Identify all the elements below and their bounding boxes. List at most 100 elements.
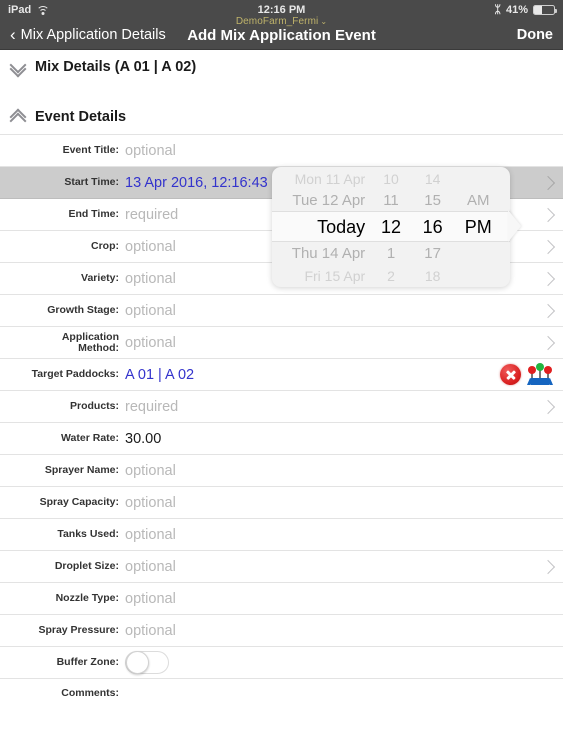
chevron-left-icon: ‹ — [10, 24, 16, 44]
section-title-event-details: Event Details — [35, 109, 127, 125]
form-row-label: Crop: — [91, 240, 119, 252]
form-row[interactable]: Tanks Used: optional — [0, 519, 563, 551]
picker-cell[interactable]: Thu 14 Apr — [280, 243, 371, 265]
picker-cell[interactable]: 2 — [371, 265, 411, 287]
form-row-value: 30.00 — [125, 430, 162, 447]
form-row-label: Event Title: — [62, 144, 119, 156]
picker-cell[interactable]: 14 — [411, 168, 455, 190]
form-row[interactable]: Spray Pressure: optional — [0, 615, 563, 647]
form-row-label: Application Method: — [61, 330, 119, 354]
date-picker-popover[interactable]: Mon 11 Apr Tue 12 Apr Today Thu 14 Apr Fri 1… — [272, 167, 510, 287]
form-row-label: Sprayer Name: — [44, 464, 119, 476]
form-row-label: End Time: — [68, 208, 119, 220]
date-wheel[interactable]: Mon 11 Apr Tue 12 Apr Today Thu 14 Apr Fri 1… — [280, 170, 371, 284]
bluetooth-icon: ᛯ — [494, 4, 501, 16]
chevron-right-icon — [540, 239, 556, 254]
section-title-mix-details: Mix Details (A 01 | A 02) — [35, 59, 197, 75]
form-row-label: Variety: — [81, 272, 119, 284]
form-row[interactable]: Spray Capacity: optional — [0, 487, 563, 519]
form-row-value: optional — [125, 462, 176, 479]
form-row[interactable]: Target Paddocks: A 01 | A 02 — [0, 359, 563, 391]
form-row[interactable]: Nozzle Type: optional — [0, 583, 563, 615]
form-row-value: optional — [125, 622, 176, 639]
farm-name-label: DemoFarm_Fermi — [235, 16, 319, 27]
chevron-right-icon — [540, 335, 556, 350]
buffer-zone-toggle[interactable] — [125, 651, 169, 674]
farm-selector[interactable]: DemoFarm_Fermi ⌄ — [0, 16, 563, 27]
picker-cell[interactable]: Mon 11 Apr — [280, 168, 371, 190]
picker-cell[interactable]: 16 — [411, 212, 455, 243]
picker-cell[interactable]: Fri 15 Apr — [280, 265, 371, 287]
form-row-value: optional — [125, 526, 176, 543]
chevron-double-up-icon — [10, 111, 26, 123]
form-row-label: Target Paddocks: — [31, 368, 119, 380]
form-scroll-area[interactable]: Mix Details (A 01 | A 02) Event Details … — [0, 50, 563, 750]
chevron-right-icon — [540, 559, 556, 574]
map-pins-icon[interactable] — [527, 362, 553, 386]
form-row-label: Tanks Used: — [57, 528, 119, 540]
section-header-mix-details[interactable]: Mix Details (A 01 | A 02) — [0, 50, 563, 84]
form-row-label: Nozzle Type: — [55, 592, 119, 604]
form-row-value: A 01 | A 02 — [125, 366, 195, 383]
form-row[interactable]: Event Title: optional — [0, 135, 563, 167]
form-row[interactable]: Buffer Zone: — [0, 647, 563, 679]
wifi-icon — [36, 5, 50, 15]
picker-cell[interactable]: 17 — [411, 243, 455, 265]
chevron-right-icon — [540, 175, 556, 190]
picker-cell[interactable] — [454, 264, 502, 284]
done-button[interactable]: Done — [517, 27, 553, 43]
form-row[interactable]: Comments: — [0, 679, 563, 719]
picker-cell[interactable]: 1 — [371, 243, 411, 265]
chevron-right-icon — [540, 271, 556, 286]
back-button-label: Mix Application Details — [20, 26, 166, 43]
chevron-right-icon — [540, 399, 556, 414]
picker-cell[interactable]: 12 — [371, 212, 411, 243]
status-bar-time: 12:16 PM — [257, 4, 306, 16]
date-picker-wheels: Mon 11 Apr Tue 12 Apr Today Thu 14 Apr Fri 1… — [272, 167, 510, 287]
form-row-value: optional — [125, 334, 176, 351]
battery-percent-label: 41% — [505, 4, 528, 16]
form-row-label: Droplet Size: — [54, 560, 119, 572]
picker-cell[interactable]: 15 — [411, 190, 455, 212]
delete-icon[interactable] — [500, 364, 521, 385]
form-row[interactable]: Application Method: optional — [0, 327, 563, 359]
form-row-label: Start Time: — [64, 176, 119, 188]
form-row[interactable]: Products: required — [0, 391, 563, 423]
picker-cell[interactable]: 18 — [411, 265, 455, 287]
chevron-right-icon — [540, 207, 556, 222]
chevron-double-down-icon — [10, 61, 26, 73]
picker-cell[interactable]: 11 — [371, 190, 411, 212]
form-row-label: Products: — [69, 400, 119, 412]
status-bar-left: iPad — [8, 4, 50, 16]
form-row[interactable]: Growth Stage: optional — [0, 295, 563, 327]
form-row[interactable]: Water Rate: 30.00 — [0, 423, 563, 455]
section-header-event-details[interactable]: Event Details — [0, 100, 563, 134]
picker-cell[interactable]: 10 — [371, 168, 411, 190]
picker-cell[interactable] — [454, 243, 502, 263]
back-button[interactable]: ‹ Mix Application Details — [10, 24, 166, 44]
chevron-right-icon — [540, 303, 556, 318]
form-row-value: optional — [125, 142, 176, 159]
chevron-down-icon: ⌄ — [320, 17, 328, 26]
device-label: iPad — [8, 4, 32, 16]
picker-cell[interactable]: AM — [454, 190, 502, 212]
ipad-screen: iPad 12:16 PM ᛯ 41% DemoFarm_Fermi ⌄ ‹ Mi… — [0, 0, 563, 750]
date-picker-callout-arrow — [508, 210, 521, 242]
section-spacer — [0, 84, 563, 100]
form-row-label: Buffer Zone: — [56, 656, 119, 668]
minute-wheel[interactable]: 14 15 16 17 18 — [411, 170, 455, 284]
battery-icon — [533, 5, 557, 15]
status-bar-right: ᛯ 41% — [494, 4, 557, 16]
form-row-label: Growth Stage: — [47, 304, 119, 316]
target-paddocks-actions — [500, 362, 553, 386]
form-row[interactable]: Droplet Size: optional — [0, 551, 563, 583]
ampm-wheel[interactable]: AM PM — [454, 170, 502, 284]
picker-cell[interactable]: PM — [454, 212, 502, 243]
hour-wheel[interactable]: 10 11 12 1 2 — [371, 170, 411, 284]
picker-cell[interactable]: Today — [280, 212, 371, 243]
form-row-label: Spray Pressure: — [38, 624, 119, 636]
picker-cell[interactable]: Tue 12 Apr — [280, 190, 371, 212]
form-row[interactable]: Sprayer Name: optional — [0, 455, 563, 487]
picker-cell[interactable] — [454, 170, 502, 190]
form-row-value: optional — [125, 558, 176, 575]
